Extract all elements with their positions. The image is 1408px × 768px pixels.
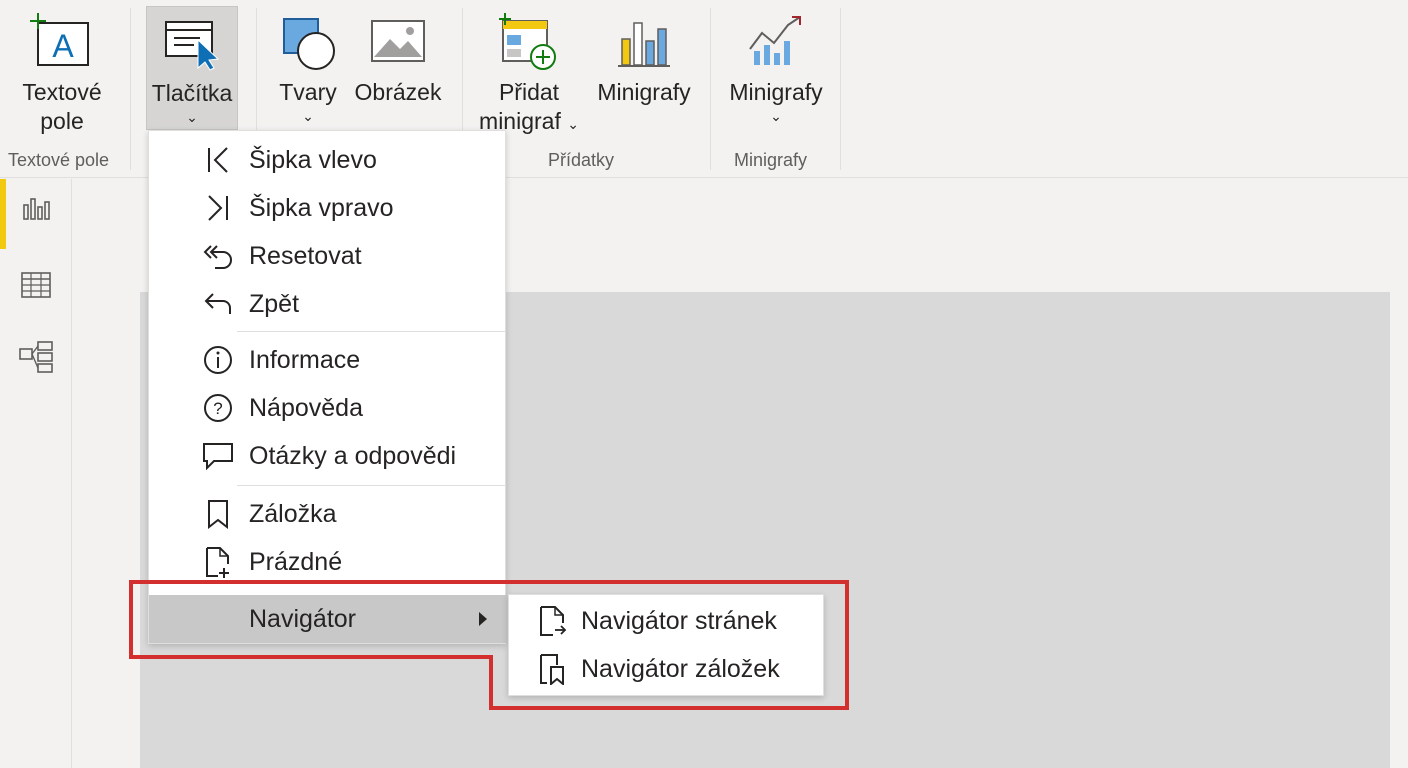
group-label-textbox: Textové pole (8, 150, 110, 170)
image-label: Obrázek (354, 79, 442, 105)
chevron-down-icon: ⌄ (770, 108, 782, 124)
navigator-submenu: Navigátor stránek Navigátor záložek (508, 594, 824, 696)
ribbon-divider (840, 8, 841, 170)
menu-item-label: Navigátor (249, 604, 356, 633)
menu-item-label: Prázdné (249, 547, 343, 576)
textbox-button[interactable]: A Textové pole (14, 6, 110, 136)
model-view-button[interactable] (0, 327, 72, 387)
ribbon-divider (130, 8, 131, 170)
menu-item-qa[interactable]: Otázky a odpovědi (149, 433, 507, 479)
sparklines-label: Minigrafy (597, 79, 691, 105)
sparklines-b-label: Minigrafy (729, 79, 823, 105)
submenu-item-label: Navigátor záložek (581, 654, 780, 683)
shapes-label: Tvary (279, 79, 337, 105)
group-label-addons: Přídatky (548, 150, 615, 170)
menu-item-label: Šipka vpravo (249, 193, 394, 222)
menu-item-label: Resetovat (249, 241, 362, 270)
textbox-icon: A (30, 6, 94, 76)
report-view-button[interactable] (0, 179, 72, 249)
bookmark-icon (201, 497, 235, 531)
menu-item-label: Šipka vlevo (249, 145, 377, 174)
image-icon (366, 6, 430, 76)
menu-item-blank[interactable]: Prázdné (149, 539, 507, 585)
buttons-label: Tlačítka (151, 80, 233, 106)
model-view-icon (19, 341, 53, 373)
chevron-down-icon: ⌄ (186, 109, 198, 125)
bar-chart-icon (612, 6, 676, 76)
help-icon: ? (201, 391, 235, 425)
button-cursor-icon (160, 7, 224, 77)
sparklines-button[interactable]: Minigrafy (594, 6, 694, 107)
qa-icon (201, 439, 235, 473)
menu-item-label: Otázky a odpovědi (249, 441, 457, 470)
sparklines-dropdown-button[interactable]: Minigrafy ⌄ (724, 6, 828, 123)
menu-item-reset[interactable]: Resetovat (149, 233, 507, 279)
table-view-button[interactable] (0, 255, 72, 315)
add-sparkline-icon (497, 6, 561, 76)
arrow-left-bar-icon (201, 143, 235, 177)
blank-page-icon (201, 545, 235, 579)
svg-text:A: A (52, 28, 74, 64)
back-icon (201, 287, 235, 321)
shapes-icon (276, 6, 340, 76)
reset-icon (201, 239, 235, 273)
buttons-dropdown-button[interactable]: Tlačítka ⌄ (146, 6, 238, 130)
menu-separator (237, 331, 505, 332)
info-icon (201, 343, 235, 377)
submenu-item-label: Navigátor stránek (581, 606, 777, 635)
table-view-icon (21, 272, 51, 298)
menu-item-label: Nápověda (249, 393, 363, 422)
menu-item-label: Záložka (249, 499, 337, 528)
group-label-sparklines: Minigrafy (734, 150, 808, 170)
chevron-down-icon: ⌄ (567, 116, 579, 132)
submenu-item-bookmark-navigator[interactable]: Navigátor záložek (509, 645, 825, 693)
page-navigator-icon (535, 604, 569, 638)
arrow-right-bar-icon (201, 191, 235, 225)
menu-item-bookmark[interactable]: Záložka (149, 491, 507, 537)
textbox-label-2: pole (40, 108, 84, 134)
view-rail (0, 179, 72, 768)
image-button[interactable]: Obrázek (352, 6, 444, 107)
submenu-arrow-icon (479, 612, 487, 626)
ribbon-divider (710, 8, 711, 170)
menu-item-label: Informace (249, 345, 361, 374)
menu-item-label: Zpět (249, 289, 300, 318)
add-sparkline-button[interactable]: Přidat minigraf ⌄ (474, 6, 584, 139)
menu-item-navigator[interactable]: Navigátor (149, 595, 507, 643)
report-view-icon (23, 198, 50, 220)
sparkline-trend-icon (744, 6, 808, 76)
add-sparkline-label-1: Přidat (498, 79, 560, 105)
shapes-button[interactable]: Tvary ⌄ (272, 6, 344, 123)
menu-item-back[interactable]: Zpět (149, 281, 507, 327)
svg-text:?: ? (213, 399, 222, 418)
menu-item-help[interactable]: ? Nápověda (149, 385, 507, 431)
bookmark-navigator-icon (535, 652, 569, 686)
buttons-dropdown-menu: Šipka vlevo Šipka vpravo Resetovat Zpět … (148, 130, 507, 644)
textbox-label-1: Textové (22, 79, 102, 105)
menu-item-info[interactable]: Informace (149, 337, 507, 383)
menu-item-arrow-left[interactable]: Šipka vlevo (149, 137, 507, 183)
menu-separator (237, 485, 505, 486)
chevron-down-icon: ⌄ (302, 108, 314, 124)
submenu-item-page-navigator[interactable]: Navigátor stránek (509, 597, 825, 645)
menu-item-arrow-right[interactable]: Šipka vpravo (149, 185, 507, 231)
